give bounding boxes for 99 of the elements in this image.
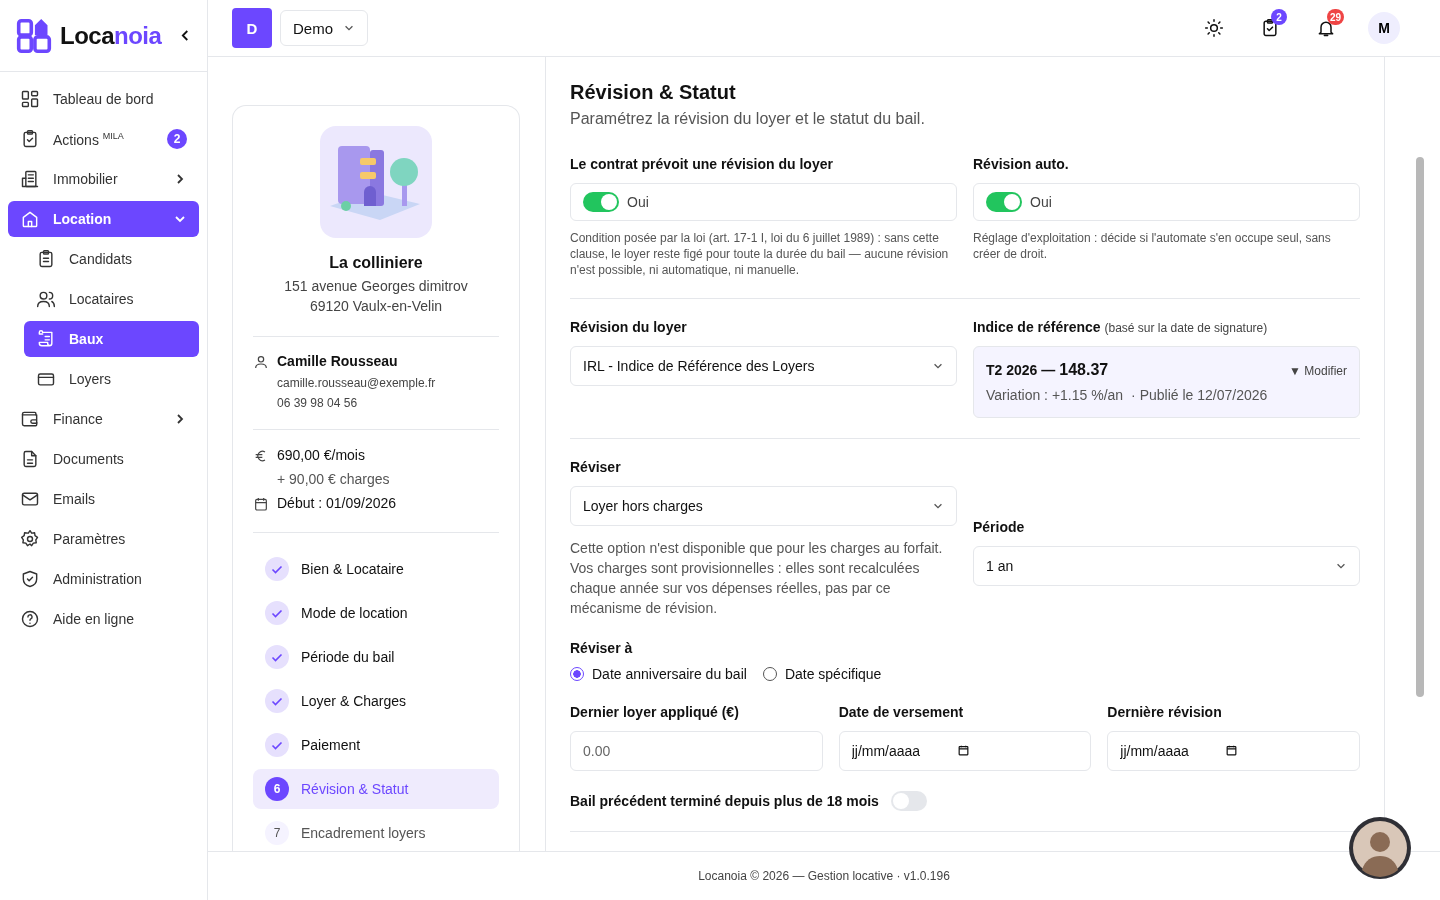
scroll-icon bbox=[36, 329, 56, 349]
step-item[interactable]: Loyer & Charges bbox=[253, 681, 499, 721]
settings-icon bbox=[20, 529, 40, 549]
dashboard-icon bbox=[20, 89, 40, 109]
radio-button[interactable] bbox=[570, 667, 584, 681]
collapse-icon[interactable] bbox=[181, 29, 191, 42]
check-icon bbox=[265, 733, 289, 757]
field-note: (basé sur la date de signature) bbox=[1104, 321, 1268, 335]
index-period: T2 2026 — bbox=[986, 362, 1056, 378]
tenant-phone: 06 39 98 04 56 bbox=[277, 395, 359, 412]
step-item[interactable]: 6 Révision & Statut bbox=[253, 769, 499, 809]
clipboard-icon bbox=[20, 129, 40, 149]
nav-subitem[interactable]: Locataires bbox=[24, 281, 199, 317]
step-item[interactable]: Mode de location bbox=[253, 593, 499, 633]
field-label: Période bbox=[973, 519, 1026, 535]
field-label: Dernier loyer appliqué (€) bbox=[570, 704, 740, 720]
select-field[interactable]: Loyer hors charges bbox=[570, 486, 957, 526]
field-label: Révision auto. bbox=[973, 156, 1070, 172]
workspace-select[interactable]: Demo bbox=[280, 10, 368, 46]
step-item[interactable]: Période du bail bbox=[253, 637, 499, 677]
shield-icon bbox=[20, 569, 40, 589]
step-item[interactable]: Paiement bbox=[253, 725, 499, 765]
radio-label: Date anniversaire du bail bbox=[592, 666, 747, 682]
nav-item[interactable]: Documents bbox=[8, 441, 199, 477]
nav-item[interactable]: Administration bbox=[8, 561, 199, 597]
index-published: · Publié le 12/07/2026 bbox=[1131, 387, 1268, 403]
check-icon bbox=[265, 689, 289, 713]
calendar-icon bbox=[956, 744, 970, 757]
charges-amount: + 90,00 € charges bbox=[277, 471, 390, 487]
toggle-value: Oui bbox=[1030, 194, 1052, 210]
toggle-switch[interactable] bbox=[890, 791, 927, 811]
mail-icon bbox=[20, 489, 40, 509]
help-text: Réglage d'exploitation : décide si l'automate s'en occupe seul, sans créer de droit. bbox=[973, 230, 1332, 262]
toggle-value: Oui bbox=[627, 194, 649, 210]
check-icon bbox=[265, 645, 289, 669]
document-icon bbox=[20, 449, 40, 469]
section-title: Révision & Statut bbox=[570, 81, 737, 104]
modify-link[interactable]: ▼ Modifier bbox=[1289, 364, 1347, 378]
nav-item[interactable]: Tableau de bord bbox=[8, 81, 199, 117]
count-badge: 29 bbox=[1327, 9, 1345, 25]
brand-name: Locanoia bbox=[60, 21, 162, 50]
home-icon bbox=[20, 209, 40, 229]
field-label: Révision du loyer bbox=[570, 319, 688, 335]
count-badge: 2 bbox=[1271, 9, 1287, 25]
toggle-switch[interactable] bbox=[583, 192, 619, 212]
users-icon bbox=[36, 289, 56, 309]
nav-item[interactable]: Actions $^{MILA}$ 2 bbox=[8, 121, 199, 157]
date-field[interactable]: jj/mm/aaaa bbox=[1107, 731, 1360, 771]
nav-item[interactable]: Paramètres bbox=[8, 521, 199, 557]
nav-item[interactable]: Immobilier bbox=[8, 161, 199, 197]
property-address: 151 avenue Georges dimitrov bbox=[284, 277, 468, 296]
help-icon bbox=[20, 609, 40, 629]
nav-subitem[interactable]: Candidats bbox=[24, 241, 199, 277]
step-number: 6 bbox=[265, 777, 289, 801]
field-label: Bail précédent terminé depuis plus de 18 mois bbox=[570, 793, 879, 809]
section-subtitle: Paramétrez la révision du loyer et le statut du bail. bbox=[570, 110, 926, 128]
nav-item[interactable]: Emails bbox=[8, 481, 199, 517]
count-badge: 2 bbox=[167, 129, 187, 149]
nav-item[interactable]: Finance bbox=[8, 401, 199, 437]
step-item[interactable]: Bien & Locataire bbox=[253, 549, 499, 589]
help-text: Cette option n'est disponible que pour les charges au forfait. Vos charges sont provisionnelles : elles sont recalculées chaque année sur vos dépenses réelles, pas par ce mécanisme de révision. bbox=[570, 539, 944, 618]
field-label: Dernière révision bbox=[1107, 704, 1223, 720]
check-icon bbox=[265, 601, 289, 625]
tenant-name: Camille Rousseau bbox=[277, 353, 399, 369]
person-icon bbox=[253, 354, 269, 370]
field-label: Le contrat prévoit une révision du loyer bbox=[570, 156, 834, 172]
step-number: 7 bbox=[265, 821, 289, 845]
building-icon bbox=[20, 169, 40, 189]
help-text: Condition posée par la loi (art. 17-1 I, loi du 6 juillet 1989) : sans cette clause, le loyer reste figé pour toute la durée du bail — aucune révision n'est possible, ni automatique, ni manuelle. bbox=[570, 230, 950, 278]
field-label: Date de versement bbox=[838, 704, 965, 720]
field-label: Réviser bbox=[570, 459, 622, 475]
select-field[interactable]: IRL - Indice de Référence des Loyers bbox=[570, 346, 957, 386]
tenant-email: camille.rousseau@exemple.fr bbox=[277, 375, 436, 392]
check-icon bbox=[265, 557, 289, 581]
index-variation: Variation : +1.15 %/an bbox=[986, 387, 1124, 403]
field-label: Réviser à bbox=[570, 640, 634, 656]
nav-subitem[interactable]: Loyers bbox=[24, 361, 199, 397]
input-field[interactable]: 0.00 bbox=[570, 731, 823, 771]
calendar-icon bbox=[1225, 744, 1239, 757]
radio-label: Date spécifique bbox=[784, 666, 882, 682]
calendar-icon bbox=[253, 495, 269, 512]
wallet-icon bbox=[20, 409, 40, 429]
sun-icon[interactable] bbox=[1204, 18, 1224, 38]
workspace-avatar[interactable]: D bbox=[232, 8, 272, 48]
logo-icon bbox=[16, 17, 52, 54]
checklist-icon bbox=[36, 249, 56, 269]
date-field[interactable]: jj/mm/aaaa bbox=[838, 731, 1092, 771]
field-label: Indice de référence bbox=[973, 319, 1101, 335]
select-field[interactable]: 1 an bbox=[973, 546, 1360, 586]
toggle-switch[interactable] bbox=[986, 192, 1022, 212]
start-date: Début : 01/09/2026 bbox=[277, 495, 397, 511]
nav-subitem[interactable]: Baux bbox=[24, 321, 199, 357]
index-value: 148.37 bbox=[1059, 361, 1109, 379]
rent-amount: 690,00 €/mois bbox=[277, 447, 365, 463]
nav-item[interactable]: Aide en ligne bbox=[8, 601, 199, 637]
user-avatar[interactable]: M bbox=[1368, 12, 1400, 44]
nav-item[interactable]: Location bbox=[8, 201, 199, 237]
property-address: 69120 Vaulx-en-Velin bbox=[309, 297, 443, 316]
property-name: La colliniere bbox=[329, 254, 423, 272]
